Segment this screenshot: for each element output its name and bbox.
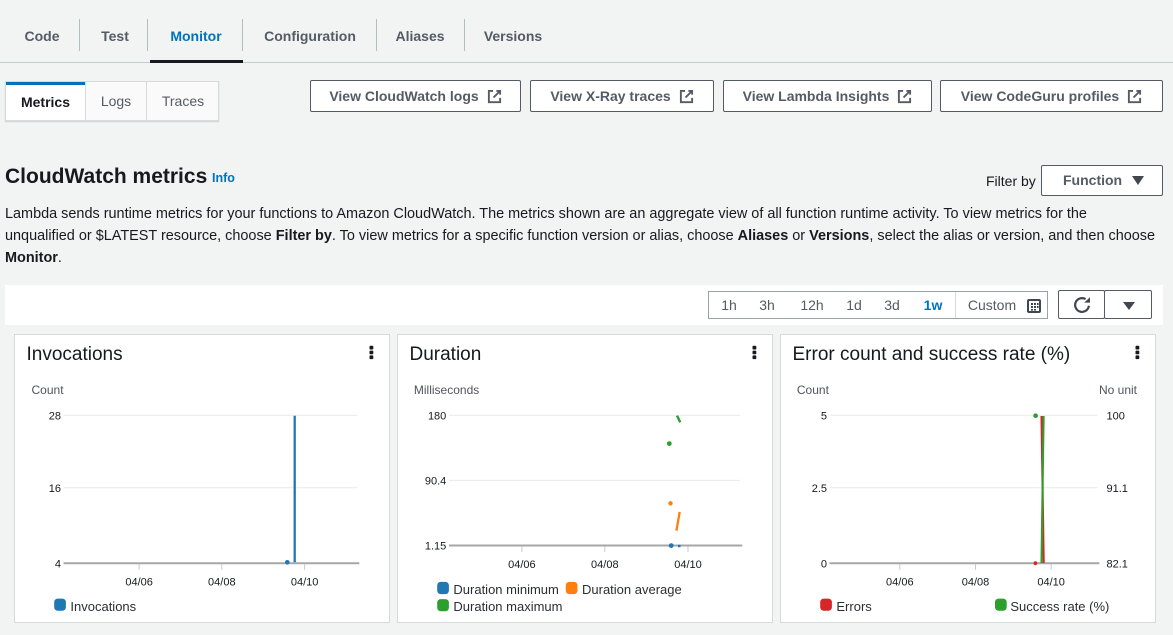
svg-text:04/10: 04/10 [291, 577, 319, 589]
svg-text:Count: Count [797, 383, 830, 397]
svg-text:Success rate (%): Success rate (%) [1010, 599, 1109, 614]
svg-text:04/10: 04/10 [1037, 577, 1065, 589]
svg-text:Error count and success rate (: Error count and success rate (%) [793, 344, 1071, 365]
svg-text:Invocations: Invocations [27, 344, 123, 365]
svg-text:0: 0 [821, 558, 827, 570]
svg-text:04/06: 04/06 [125, 577, 153, 589]
svg-text:04/08: 04/08 [591, 559, 619, 571]
svg-text:90.4: 90.4 [425, 476, 446, 488]
svg-text:Count: Count [32, 383, 65, 397]
svg-text:Duration minimum: Duration minimum [453, 582, 558, 597]
svg-text:1.15: 1.15 [425, 541, 446, 553]
svg-text:5: 5 [821, 410, 827, 422]
svg-text:Milliseconds: Milliseconds [414, 383, 479, 397]
svg-text:04/08: 04/08 [208, 577, 236, 589]
svg-text:82.1: 82.1 [1107, 558, 1128, 570]
svg-text:4: 4 [55, 558, 61, 570]
svg-text:91.1: 91.1 [1107, 483, 1128, 495]
svg-text:16: 16 [49, 483, 61, 495]
svg-text:180: 180 [428, 410, 446, 422]
svg-text:04/06: 04/06 [508, 559, 536, 571]
svg-text:No unit: No unit [1099, 383, 1138, 397]
svg-text:Errors: Errors [836, 599, 872, 614]
svg-text:2.5: 2.5 [812, 483, 827, 495]
svg-text:100: 100 [1107, 410, 1125, 422]
svg-text:Invocations: Invocations [70, 599, 136, 614]
svg-text:04/08: 04/08 [962, 577, 990, 589]
svg-text:Duration average: Duration average [582, 582, 682, 597]
svg-text:Duration maximum: Duration maximum [453, 599, 562, 614]
svg-text:04/06: 04/06 [886, 577, 914, 589]
svg-text:Duration: Duration [410, 344, 482, 365]
svg-text:28: 28 [49, 410, 61, 422]
svg-text:04/10: 04/10 [674, 559, 702, 571]
